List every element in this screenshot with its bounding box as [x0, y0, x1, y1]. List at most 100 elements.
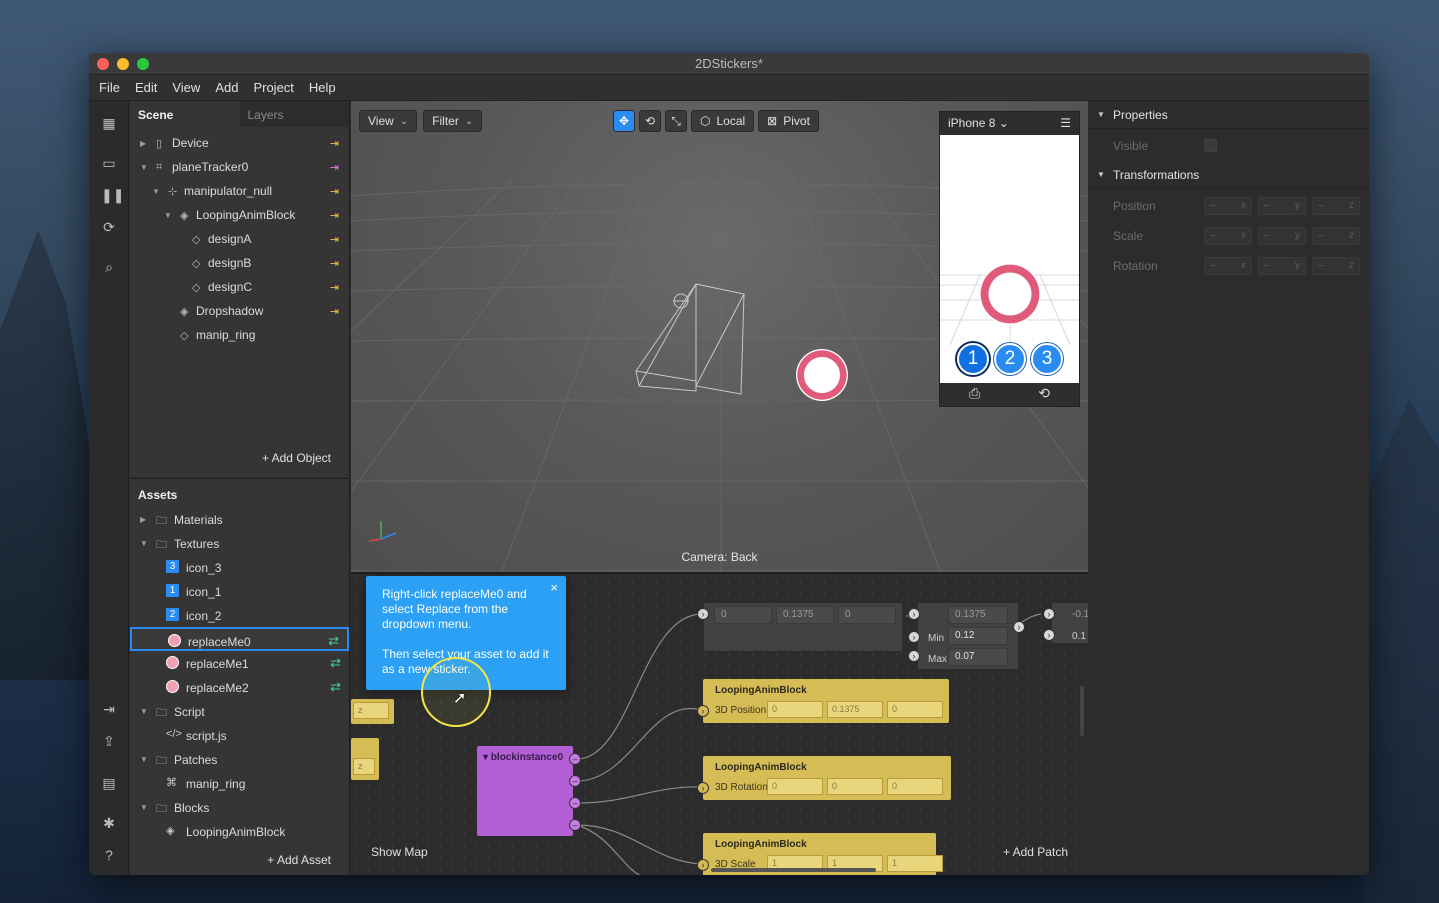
view-dropdown[interactable]: View ⌄ — [359, 110, 418, 132]
sticker-preview-device[interactable] — [979, 263, 1041, 325]
maximize-window-button[interactable] — [137, 57, 149, 70]
chevron-down-icon[interactable]: ▼ — [140, 755, 148, 764]
library-icon[interactable]: ▤ — [101, 775, 117, 791]
node-field[interactable]: 0 — [767, 701, 823, 718]
scene-item[interactable]: ◇ designC ⇥ — [130, 275, 349, 299]
sticker-option-2[interactable]: 2 — [994, 343, 1026, 375]
scene-item[interactable]: ◈ Dropshadow ⇥ — [130, 299, 349, 323]
input-port[interactable]: › — [697, 859, 709, 871]
menu-add[interactable]: Add — [215, 80, 238, 95]
input-port[interactable]: › — [908, 631, 920, 643]
asset-item[interactable]: replaceMe0 ⇄ — [130, 627, 349, 651]
vector-node[interactable]: 0 0.1375 0 — [703, 602, 903, 652]
asset-item[interactable]: ▼ 🗀 Patches — [130, 747, 349, 771]
link-icon[interactable]: ⇥ — [330, 137, 339, 150]
scene-item[interactable]: ▼ ◈ LoopingAnimBlock ⇥ — [130, 203, 349, 227]
range-value-field[interactable]: 0.1375 — [948, 606, 1008, 624]
rotate-device-icon[interactable]: ⟲ — [1038, 385, 1050, 402]
menu-icon[interactable]: ☰ — [1060, 116, 1071, 130]
link-icon[interactable]: ⇥ — [330, 233, 339, 246]
pivot-button[interactable]: ⊠ Pivot — [758, 110, 819, 132]
looping-anim-block-node[interactable]: LoopingAnimBlock 3D Rotation 0 0 0 — [703, 756, 951, 800]
output-port[interactable]: – — [569, 775, 581, 787]
replace-icon[interactable]: ⇄ — [330, 679, 341, 695]
properties-section[interactable]: ▼ Properties — [1089, 101, 1369, 129]
input-port[interactable]: › — [1043, 629, 1055, 641]
scene-item[interactable]: ▶ ▯ Device ⇥ — [130, 131, 349, 155]
node-field[interactable]: 0.1375 — [827, 701, 883, 718]
input-port[interactable]: › — [908, 608, 920, 620]
vector-input-z[interactable]: – z — [1312, 227, 1360, 245]
link-icon[interactable]: ⇥ — [330, 161, 339, 174]
asset-item[interactable]: ▼ 🗀 Script — [130, 699, 349, 723]
refresh-icon[interactable]: ⟳ — [101, 219, 117, 235]
asset-item[interactable]: </> script.js — [130, 723, 349, 747]
looping-anim-block-node[interactable]: LoopingAnimBlock 3D Position 0 0.1375 0 — [703, 679, 949, 723]
asset-item[interactable]: ▼ 🗀 Blocks — [130, 795, 349, 819]
vector-input-x[interactable]: – x — [1204, 197, 1252, 215]
scene-item[interactable]: ◇ designB ⇥ — [130, 251, 349, 275]
node-field[interactable]: 1 — [887, 855, 943, 872]
chevron-down-icon[interactable]: ▼ — [140, 163, 148, 172]
scene-item[interactable]: ◇ designA ⇥ — [130, 227, 349, 251]
vector-input-z[interactable]: – z — [1312, 197, 1360, 215]
test-on-device-icon[interactable]: ⇥ — [101, 701, 117, 717]
link-icon[interactable]: ⇥ — [330, 281, 339, 294]
sticker-option-1[interactable]: 1 — [957, 343, 989, 375]
partial-node-a[interactable]: z — [351, 699, 394, 724]
vector-field-y[interactable]: 0.1375 — [776, 606, 834, 624]
block-instance-node[interactable]: ▾ blockinstance0 — [477, 746, 573, 836]
device-select[interactable]: iPhone 8 ⌄ — [948, 116, 1009, 130]
show-map-button[interactable]: Show Map — [371, 845, 428, 859]
filter-dropdown[interactable]: Filter ⌄ — [423, 110, 483, 132]
chevron-down-icon[interactable]: ▼ — [164, 211, 172, 220]
max-field[interactable]: 0.07 — [948, 648, 1008, 666]
tab-scene[interactable]: Scene — [130, 101, 240, 127]
transformations-section[interactable]: ▼ Transformations — [1089, 161, 1369, 189]
asset-item[interactable]: replaceMe2 ⇄ — [130, 675, 349, 699]
node-field[interactable]: 0 — [767, 778, 823, 795]
scene-item[interactable]: ▼ ⌗ planeTracker0 ⇥ — [130, 155, 349, 179]
simulator-screen[interactable]: 1 2 3 — [940, 135, 1079, 383]
vector-field-x[interactable]: 0 — [714, 606, 772, 624]
chevron-right-icon[interactable]: ▶ — [140, 139, 146, 148]
partial-node-b[interactable]: z — [351, 738, 379, 780]
sticker-option-3[interactable]: 3 — [1031, 343, 1063, 375]
chevron-down-icon[interactable]: ▼ — [152, 187, 160, 196]
input-port[interactable]: › — [697, 705, 709, 717]
asset-item[interactable]: ⌘ manip_ring — [130, 771, 349, 795]
camera-switch-icon[interactable]: ⎙ — [969, 385, 980, 402]
output-port[interactable]: – — [569, 819, 581, 831]
search-icon[interactable]: ⌕ — [101, 259, 117, 275]
vector-input-x[interactable]: – x — [1204, 257, 1252, 275]
tab-layers[interactable]: Layers — [239, 101, 349, 127]
add-asset-button[interactable]: + Add Asset — [267, 853, 331, 867]
output-port[interactable]: › — [1013, 621, 1025, 633]
vector-input-z[interactable]: – z — [1312, 257, 1360, 275]
chevron-right-icon[interactable]: ▶ — [140, 515, 146, 524]
node-field[interactable]: 0 — [887, 778, 943, 795]
link-icon[interactable]: ⇥ — [330, 209, 339, 222]
chevron-down-icon[interactable]: ▼ — [140, 707, 148, 716]
asset-item[interactable]: 2 icon_2 — [130, 603, 349, 627]
chevron-down-icon[interactable]: ▼ — [140, 803, 148, 812]
chevron-down-icon[interactable]: ▼ — [140, 539, 148, 548]
replace-icon[interactable]: ⇄ — [328, 633, 339, 649]
output-port[interactable]: – — [569, 753, 581, 765]
close-window-button[interactable] — [97, 57, 109, 70]
help-icon[interactable]: ? — [101, 847, 117, 863]
add-patch-button[interactable]: + Add Patch — [1003, 845, 1068, 859]
asset-item[interactable]: ◈ LoopingAnimBlock — [130, 819, 349, 843]
input-port[interactable]: › — [1043, 608, 1055, 620]
rotate-tool-icon[interactable]: ⟲ — [639, 110, 661, 132]
asset-item[interactable]: ▼ 🗀 Textures — [130, 531, 349, 555]
menu-edit[interactable]: Edit — [135, 80, 157, 95]
pause-icon[interactable]: ❚❚ — [101, 187, 124, 203]
asset-item[interactable]: 1 icon_1 — [130, 579, 349, 603]
local-button[interactable]: ⬡ Local — [691, 110, 755, 132]
video-icon[interactable]: ▭ — [101, 155, 117, 171]
scale-tool-icon[interactable]: ⤡ — [665, 110, 687, 132]
sticker-preview-3d[interactable] — [796, 349, 848, 401]
node-field[interactable]: 0 — [827, 778, 883, 795]
move-tool-icon[interactable]: ✥ — [613, 110, 635, 132]
